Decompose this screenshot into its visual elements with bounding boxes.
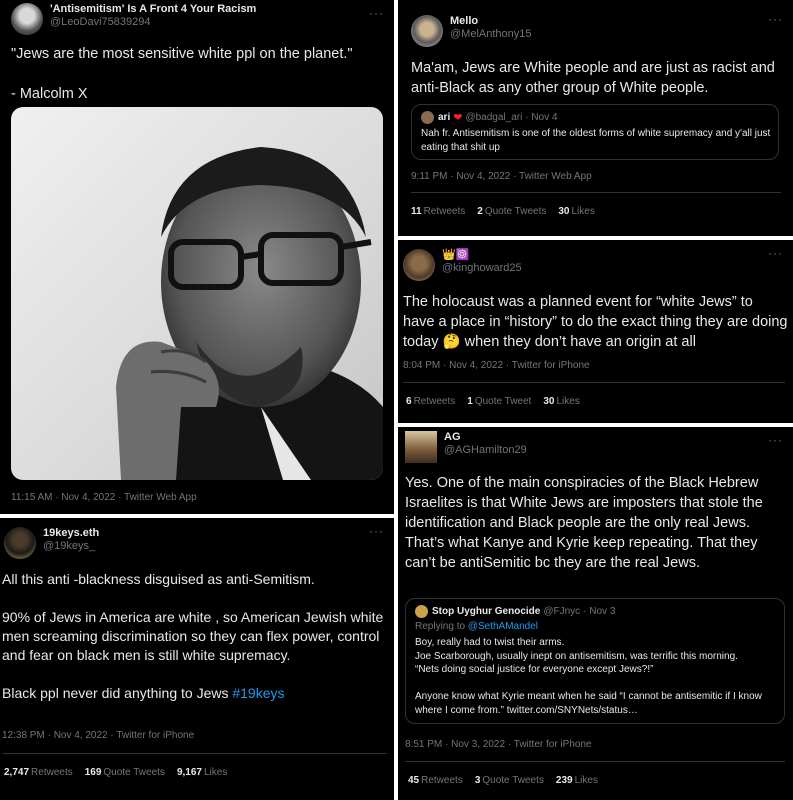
likes-count[interactable]: 30 Likes bbox=[543, 396, 579, 407]
handle[interactable]: @MelAnthony15 bbox=[450, 28, 532, 41]
heart-icon: ❤ bbox=[453, 112, 463, 124]
quoted-handle: @FJnyc bbox=[543, 606, 581, 617]
tweet-photo[interactable] bbox=[11, 107, 383, 480]
retweets-count[interactable]: 45 Retweets bbox=[408, 775, 463, 786]
quoted-tweet[interactable]: Stop Uyghur Genocide @FJnyc · Nov 3 Repl… bbox=[405, 598, 785, 724]
quoted-handle: @badgal_ari bbox=[465, 112, 523, 123]
tweet-timestamp[interactable]: 9:11 PM · Nov 4, 2022 · Twitter Web App bbox=[411, 171, 592, 182]
tweet-header: AG @AGHamilton29 bbox=[405, 431, 527, 463]
quote-tweets-count[interactable]: 169 Quote Tweets bbox=[85, 767, 165, 778]
likes-count[interactable]: 30 Likes bbox=[558, 206, 594, 217]
retweets-count[interactable]: 11 Retweets bbox=[411, 206, 465, 217]
tweet-stats: 2,747 Retweets 169 Quote Tweets 9,167 Likes bbox=[4, 767, 227, 778]
tweet-timestamp[interactable]: 8:51 PM · Nov 3, 2022 · Twitter for iPho… bbox=[405, 739, 592, 750]
quoted-display-name: Stop Uyghur Genocide bbox=[432, 606, 541, 617]
avatar bbox=[415, 605, 428, 618]
quoted-tweet[interactable]: ari ❤ @badgal_ari · Nov 4 Nah fr. Antise… bbox=[411, 104, 779, 160]
tweet-card-malcolm: 'Antisemitism' Is A Front 4 Your Racism … bbox=[0, 0, 394, 514]
handle[interactable]: @19keys_ bbox=[43, 540, 99, 553]
display-name[interactable]: 👑☸️ bbox=[442, 249, 522, 262]
more-options-icon[interactable]: ··· bbox=[768, 246, 783, 260]
handle[interactable]: @kinghoward25 bbox=[442, 262, 522, 275]
tweet-text: The holocaust was a planned event for “w… bbox=[403, 294, 792, 350]
divider bbox=[405, 761, 785, 762]
tweet-card-19keys: 19keys.eth @19keys_ ··· All this anti -b… bbox=[0, 518, 394, 800]
tweet-text: Ma'am, Jews are White people and are jus… bbox=[411, 60, 779, 96]
handle[interactable]: @AGHamilton29 bbox=[444, 444, 527, 457]
tweet-text: Yes. One of the main conspiracies of the… bbox=[405, 475, 767, 571]
tweet-timestamp[interactable]: 11:15 AM · Nov 4, 2022 · Twitter Web App bbox=[11, 492, 197, 503]
replying-to: Replying to @SethAMandel bbox=[415, 621, 539, 632]
tweet-card-aghamilton: AG @AGHamilton29 ··· Yes. One of the mai… bbox=[398, 427, 793, 800]
tweet-text: All this anti -blackness disguised as an… bbox=[2, 571, 384, 701]
quoted-date: · Nov 4 bbox=[525, 112, 558, 123]
retweets-count[interactable]: 2,747 Retweets bbox=[4, 767, 73, 778]
tweet-stats: 45 Retweets 3 Quote Tweets 239 Likes bbox=[408, 775, 598, 786]
tweet-header: 👑☸️ @kinghoward25 bbox=[403, 249, 522, 281]
tweet-stats: 6 Retweets 1 Quote Tweet 30 Likes bbox=[406, 396, 580, 407]
likes-count[interactable]: 239 Likes bbox=[556, 775, 598, 786]
quoted-text: Nah fr. Antisemitism is one of the oldes… bbox=[421, 128, 771, 153]
tweet-card-mello: Mello @MelAnthony15 ··· Ma'am, Jews are … bbox=[398, 0, 793, 236]
more-options-icon[interactable]: ··· bbox=[768, 12, 783, 26]
tweet-text: "Jews are the most sensitive white ppl o… bbox=[11, 46, 353, 102]
display-name[interactable]: AG bbox=[444, 431, 527, 444]
tweet-header: 19keys.eth @19keys_ bbox=[4, 527, 99, 559]
avatar bbox=[421, 111, 434, 124]
quote-tweets-count[interactable]: 2 Quote Tweets bbox=[477, 206, 546, 217]
avatar[interactable] bbox=[405, 431, 437, 463]
thinking-face-icon: 🤔 bbox=[442, 334, 461, 350]
more-options-icon[interactable]: ··· bbox=[369, 524, 384, 538]
divider bbox=[2, 753, 387, 754]
hashtag-link[interactable]: #19keys bbox=[232, 685, 284, 701]
more-options-icon[interactable]: ··· bbox=[768, 433, 783, 447]
display-name[interactable]: 19keys.eth bbox=[43, 527, 99, 540]
display-name[interactable]: Mello bbox=[450, 15, 532, 28]
handle[interactable]: @LeoDavi75839294 bbox=[50, 16, 256, 29]
quote-tweets-count[interactable]: 3 Quote Tweets bbox=[475, 775, 544, 786]
portrait-photo bbox=[116, 147, 383, 480]
tweet-stats: 11 Retweets 2 Quote Tweets 30 Likes bbox=[411, 206, 595, 217]
likes-count[interactable]: 9,167 Likes bbox=[177, 767, 227, 778]
tweet-card-kinghoward: 👑☸️ @kinghoward25 ··· The holocaust was … bbox=[398, 240, 793, 423]
tweet-timestamp[interactable]: 12:38 PM · Nov 4, 2022 · Twitter for iPh… bbox=[2, 730, 194, 741]
avatar[interactable] bbox=[403, 249, 435, 281]
divider bbox=[403, 382, 785, 383]
retweets-count[interactable]: 6 Retweets bbox=[406, 396, 455, 407]
display-name[interactable]: 'Antisemitism' Is A Front 4 Your Racism bbox=[50, 3, 256, 16]
replying-to-handle[interactable]: @SethAMandel bbox=[468, 621, 538, 632]
tweet-header: 'Antisemitism' Is A Front 4 Your Racism … bbox=[11, 3, 256, 35]
tweet-header: Mello @MelAnthony15 bbox=[411, 15, 532, 47]
quoted-display-name: ari bbox=[438, 112, 451, 123]
quoted-date: · Nov 3 bbox=[583, 606, 616, 617]
quoted-text: Boy, really had to twist their arms. Joe… bbox=[415, 637, 762, 716]
avatar[interactable] bbox=[11, 3, 43, 35]
divider bbox=[411, 192, 781, 193]
tweet-timestamp[interactable]: 8:04 PM · Nov 4, 2022 · Twitter for iPho… bbox=[403, 360, 590, 371]
quote-tweets-count[interactable]: 1 Quote Tweet bbox=[467, 396, 531, 407]
avatar[interactable] bbox=[411, 15, 443, 47]
more-options-icon[interactable]: ··· bbox=[369, 6, 384, 20]
avatar[interactable] bbox=[4, 527, 36, 559]
